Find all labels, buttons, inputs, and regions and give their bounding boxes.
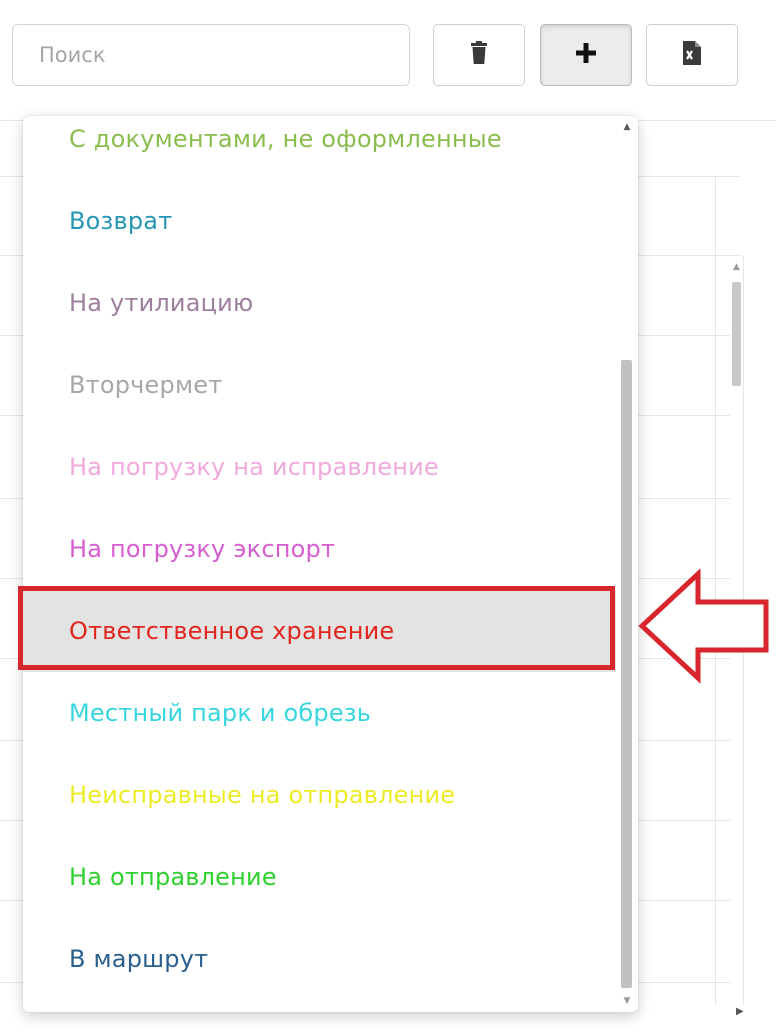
list-item[interactable]: Местный парк и обрезь [23, 672, 616, 754]
list-item-label: Неисправные на отправление [69, 781, 456, 809]
table-scrollbar-thumb[interactable] [732, 282, 741, 386]
list-item-label: На утилиацию [69, 289, 254, 317]
list-item[interactable]: На утилиацию [23, 262, 616, 344]
list-item-label: С документами, не оформленные [69, 125, 502, 153]
scroll-up-icon[interactable]: ▲ [620, 120, 634, 134]
list-item-label: Местный парк и обрезь [69, 699, 372, 727]
trash-icon [470, 41, 488, 69]
list-item-label: Вторчермет [69, 371, 223, 399]
export-excel-button[interactable] [646, 24, 738, 86]
search-input[interactable] [12, 24, 410, 86]
plus-icon [574, 41, 598, 69]
annotation-arrow [638, 568, 769, 684]
list-item[interactable]: На погрузку на исправление [23, 426, 616, 508]
dropdown-scrollbar-thumb[interactable] [621, 360, 632, 988]
list-item-label: Возврат [69, 207, 173, 235]
delete-button[interactable] [433, 24, 525, 86]
left-arrow-icon [638, 568, 769, 684]
list-item[interactable]: На отправление [23, 836, 616, 918]
list-item[interactable]: На погрузку экспорт [23, 508, 616, 590]
table-scroll-up-icon[interactable]: ▲ [733, 262, 740, 272]
scroll-down-icon[interactable]: ▼ [620, 994, 634, 1008]
list-item-label: В маршрут [69, 945, 209, 973]
list-item[interactable]: С документами, не оформленные [23, 116, 616, 180]
list-item-label: На отправление [69, 863, 277, 891]
list-item[interactable]: В маршрут [23, 918, 616, 1000]
list-item[interactable]: Возврат [23, 180, 616, 262]
list-item-label: На погрузку на исправление [69, 453, 439, 481]
excel-file-icon [681, 40, 703, 70]
status-dropdown[interactable]: С документами, не оформленные Возврат На… [23, 116, 638, 1012]
annotation-highlight-box [18, 586, 615, 670]
list-item[interactable]: Вторчермет [23, 344, 616, 426]
list-item[interactable]: Неисправные на отправление [23, 754, 616, 836]
list-item-label: На погрузку экспорт [69, 535, 336, 563]
table-scroll-right-icon[interactable]: ▶ [736, 1006, 744, 1017]
add-button[interactable] [540, 24, 632, 86]
dropdown-scrollbar[interactable]: ▲ ▼ [620, 120, 634, 1008]
